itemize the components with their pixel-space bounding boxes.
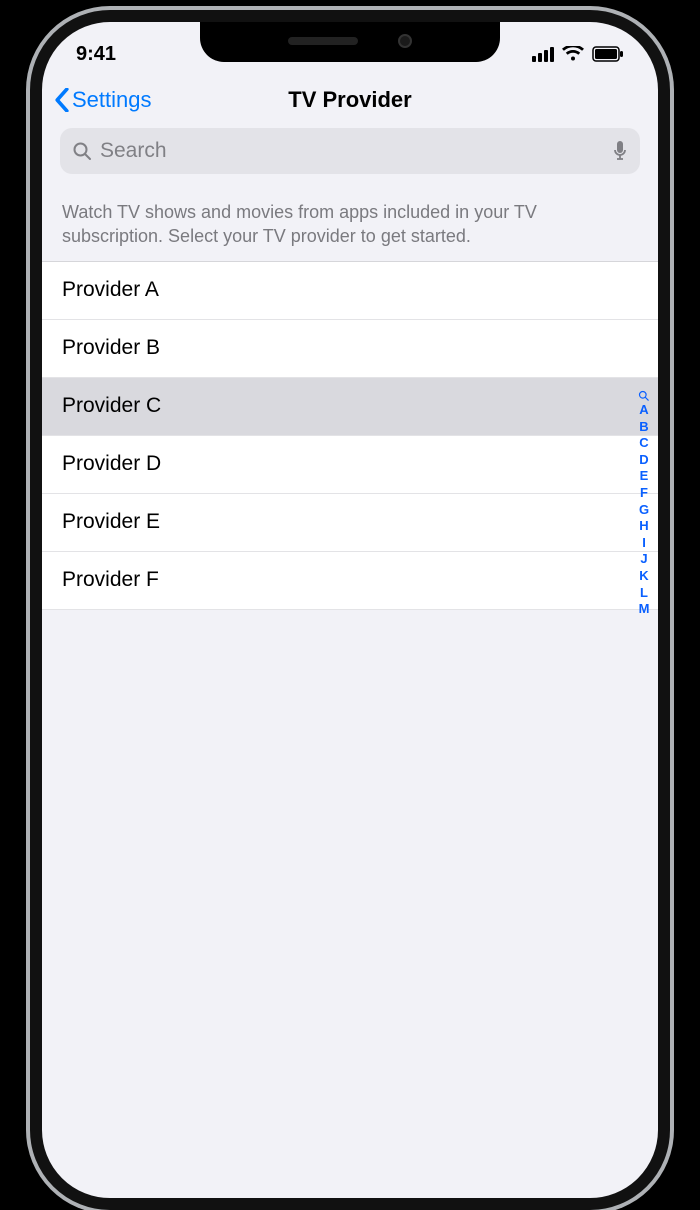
provider-row[interactable]: Provider A — [42, 262, 658, 320]
wifi-icon — [562, 46, 584, 62]
index-letter[interactable]: M — [639, 601, 650, 618]
section-description: Watch TV shows and movies from apps incl… — [42, 174, 658, 261]
chevron-left-icon — [54, 88, 70, 112]
index-letter[interactable]: A — [639, 402, 648, 419]
index-letter[interactable]: G — [639, 501, 649, 518]
nav-bar: Settings TV Provider — [42, 76, 658, 124]
hardware-volume-up — [18, 250, 26, 330]
index-letter[interactable]: J — [640, 551, 647, 568]
section-index-bar[interactable]: A B C D E F G H I J K L M — [638, 390, 650, 618]
phone-frame: 9:41 Settings TV Provider Watch TV shows… — [30, 10, 670, 1210]
provider-row[interactable]: Provider D — [42, 436, 658, 494]
cellular-signal-icon — [532, 47, 554, 62]
search-icon — [638, 390, 650, 402]
dictation-icon[interactable] — [612, 140, 628, 162]
provider-row[interactable]: Provider E — [42, 494, 658, 552]
back-button[interactable]: Settings — [54, 87, 152, 113]
provider-name: Provider D — [62, 452, 161, 476]
provider-name: Provider E — [62, 510, 160, 534]
search-icon — [72, 141, 92, 161]
provider-row[interactable]: Provider B — [42, 320, 658, 378]
index-letter[interactable]: B — [639, 418, 648, 435]
provider-name: Provider F — [62, 568, 159, 592]
hardware-mute-switch — [18, 170, 26, 214]
provider-name: Provider A — [62, 278, 159, 302]
index-letter[interactable]: H — [639, 518, 648, 535]
index-letter[interactable]: K — [639, 568, 648, 585]
index-letter[interactable]: C — [639, 435, 648, 452]
provider-row[interactable]: Provider F — [42, 552, 658, 610]
hardware-volume-down — [18, 350, 26, 430]
index-letter[interactable]: F — [640, 485, 648, 502]
status-time: 9:41 — [76, 43, 116, 66]
provider-name: Provider C — [62, 394, 161, 418]
index-letter[interactable]: L — [640, 584, 648, 601]
provider-name: Provider B — [62, 336, 160, 360]
index-letter[interactable]: D — [639, 451, 648, 468]
hardware-power-button — [674, 270, 682, 390]
search-input[interactable] — [100, 139, 604, 163]
index-letter[interactable]: E — [640, 468, 649, 485]
battery-icon — [592, 46, 624, 62]
status-bar: 9:41 — [42, 22, 658, 76]
provider-list: Provider A Provider B Provider C Provide… — [42, 261, 658, 610]
provider-row[interactable]: Provider C — [42, 378, 658, 436]
search-field[interactable] — [60, 128, 640, 174]
index-letter[interactable]: I — [642, 534, 646, 551]
back-label: Settings — [72, 87, 152, 113]
